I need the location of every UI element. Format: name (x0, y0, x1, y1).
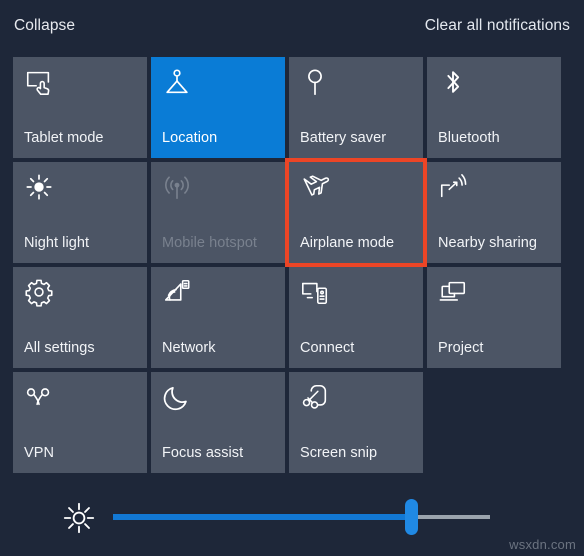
quick-action-tile-bluetooth[interactable]: Bluetooth (427, 57, 561, 158)
quick-action-label: Bluetooth (438, 130, 500, 147)
quick-action-tile-screen-snip[interactable]: Screen snip (289, 372, 423, 473)
tablet-mode-icon (24, 67, 54, 97)
quick-actions-grid: Tablet mode Location Battery saver Bluetoot… (13, 57, 571, 473)
quick-action-tile-project[interactable]: Project (427, 267, 561, 368)
moon-icon (162, 382, 192, 412)
quick-action-tile-focus-assist[interactable]: Focus assist (151, 372, 285, 473)
quick-action-tile-airplane-mode[interactable]: Airplane mode (285, 158, 427, 267)
airplane-mode-icon (300, 172, 330, 202)
quick-action-label: Battery saver (300, 130, 387, 147)
mobile-hotspot-icon (162, 172, 192, 202)
quick-action-label: Tablet mode (24, 130, 104, 147)
quick-action-tile-vpn[interactable]: VPN (13, 372, 147, 473)
connect-icon (300, 277, 330, 307)
bluetooth-icon (438, 67, 468, 97)
battery-saver-icon (300, 67, 330, 97)
screen-snip-icon (300, 382, 330, 412)
quick-action-label: Network (162, 340, 216, 357)
clear-all-notifications-button[interactable]: Clear all notifications (425, 17, 570, 35)
quick-action-label: Nearby sharing (438, 235, 538, 252)
quick-action-label: VPN (24, 445, 54, 462)
quick-action-label: All settings (24, 340, 95, 357)
quick-action-label: Airplane mode (300, 235, 395, 252)
quick-action-label: Night light (24, 235, 90, 252)
brightness-slider-thumb[interactable] (404, 499, 418, 535)
quick-action-tile-nearby-sharing[interactable]: Nearby sharing (427, 162, 561, 263)
quick-action-label: Connect (300, 340, 355, 357)
network-icon (162, 277, 192, 307)
nearby-sharing-icon (438, 172, 468, 202)
collapse-button[interactable]: Collapse (14, 17, 75, 35)
quick-action-label: Focus assist (162, 445, 244, 462)
quick-action-tile-tablet-mode[interactable]: Tablet mode (13, 57, 147, 158)
brightness-slider[interactable] (113, 499, 490, 535)
quick-action-tile-location[interactable]: Location (151, 57, 285, 158)
brightness-control (0, 497, 584, 539)
quick-action-label: Mobile hotspot (162, 235, 258, 252)
quick-action-tile-mobile-hotspot[interactable]: Mobile hotspot (151, 162, 285, 263)
brightness-sun-icon (62, 501, 96, 535)
gear-icon (24, 277, 54, 307)
brightness-slider-fill (113, 514, 411, 520)
night-light-icon (24, 172, 54, 202)
quick-action-tile-connect[interactable]: Connect (289, 267, 423, 368)
quick-action-tile-all-settings[interactable]: All settings (13, 267, 147, 368)
quick-action-tile-battery-saver[interactable]: Battery saver (289, 57, 423, 158)
quick-action-tile-night-light[interactable]: Night light (13, 162, 147, 263)
vpn-icon (24, 382, 54, 412)
quick-action-label: Location (162, 130, 218, 147)
quick-action-label: Project (438, 340, 484, 357)
project-icon (438, 277, 468, 307)
watermark: wsxdn.com (509, 537, 576, 552)
quick-action-label: Screen snip (300, 445, 378, 462)
location-icon (162, 67, 192, 97)
action-center-header: Collapse Clear all notifications (0, 0, 584, 52)
quick-action-tile-empty (427, 372, 561, 473)
quick-action-tile-network[interactable]: Network (151, 267, 285, 368)
